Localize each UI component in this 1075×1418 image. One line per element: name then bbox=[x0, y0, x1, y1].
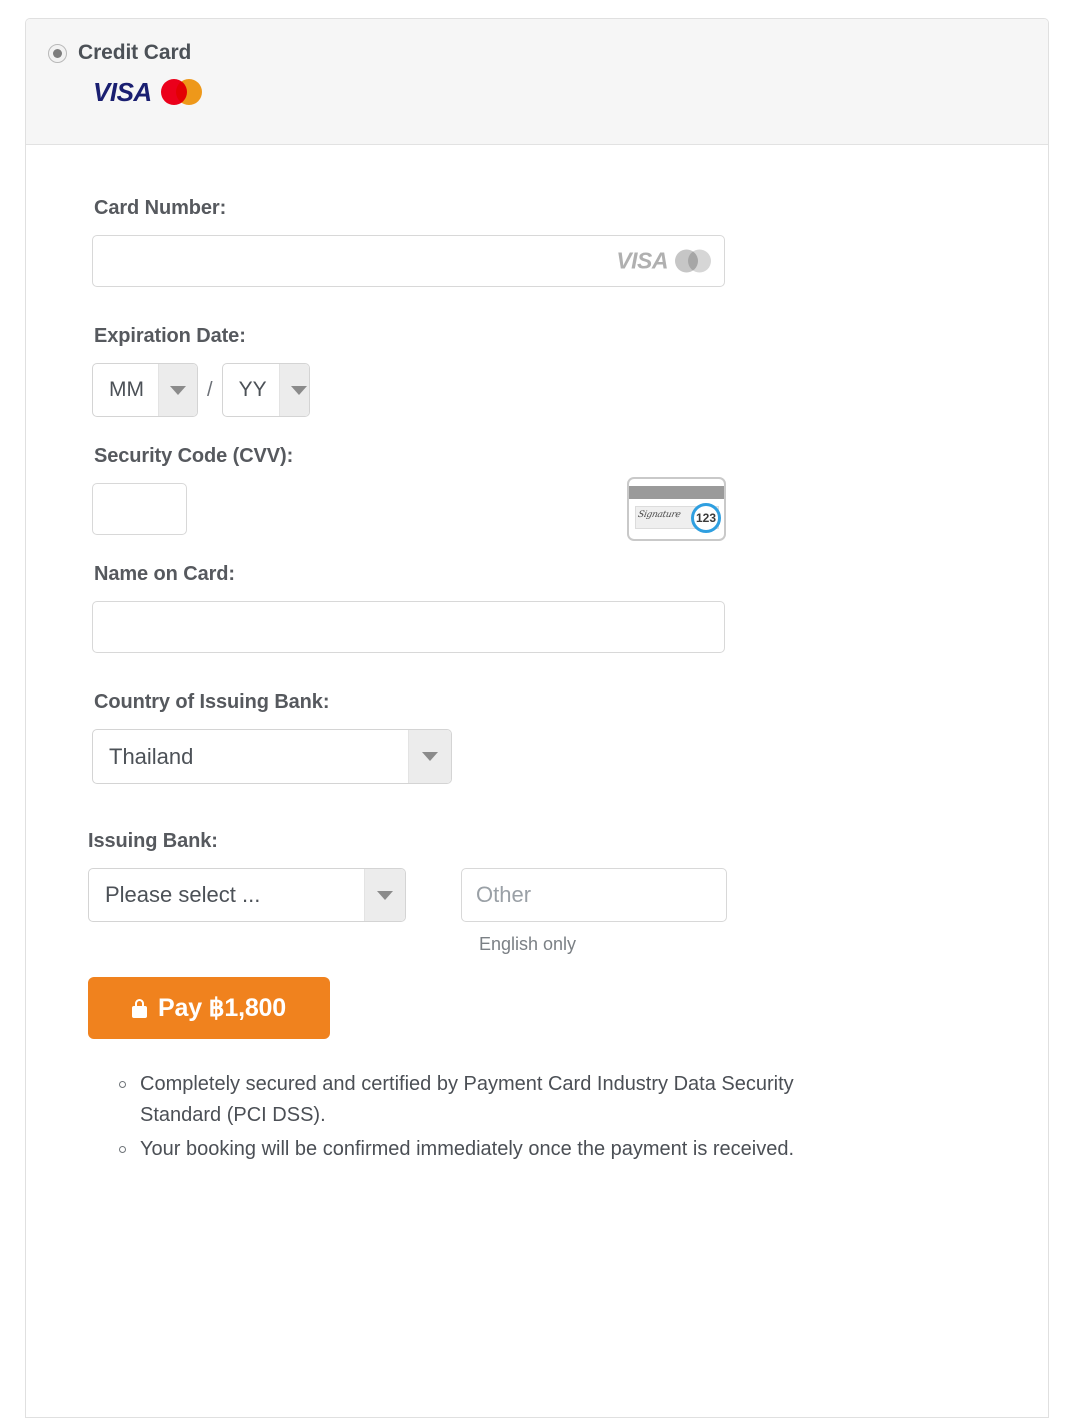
chevron-down-icon[interactable] bbox=[408, 730, 451, 783]
country-of-issuing-bank-group: Country of Issuing Bank: Thailand bbox=[92, 691, 1048, 784]
card-number-label: Card Number: bbox=[94, 197, 227, 219]
lock-icon bbox=[132, 998, 148, 1018]
expiration-year-value: YY bbox=[238, 378, 267, 401]
issuing-bank-select-value: Please select ... bbox=[105, 882, 261, 907]
visa-icon: VISA bbox=[93, 77, 152, 107]
expiration-separator: / bbox=[207, 378, 213, 401]
radio-selected-dot bbox=[53, 48, 62, 58]
card-number-group: Card Number: VISA bbox=[92, 197, 1048, 287]
issuing-bank-row: Please select ... English only bbox=[88, 868, 1048, 955]
magnetic-stripe bbox=[629, 486, 724, 499]
credit-card-radio[interactable] bbox=[48, 43, 67, 63]
issuing-bank-help-note: English only bbox=[479, 934, 577, 954]
list-item: Your booking will be confirmed immediate… bbox=[119, 1134, 800, 1165]
expiration-date-row: MM / YY bbox=[92, 363, 1048, 417]
security-code-group: Security Code (CVV): Signature 123 bbox=[92, 445, 1048, 541]
mastercard-icon bbox=[160, 79, 202, 105]
payment-method-header: Credit Card VISA bbox=[26, 19, 1048, 145]
security-code-label: Security Code (CVV): bbox=[94, 445, 294, 467]
chevron-down-icon[interactable] bbox=[158, 364, 197, 416]
country-select[interactable]: Thailand bbox=[92, 729, 452, 784]
accepted-card-brands: VISA bbox=[93, 79, 1048, 105]
issuing-bank-group: Issuing Bank: Please select ... English … bbox=[88, 830, 1048, 955]
name-on-card-label: Name on Card: bbox=[94, 563, 235, 585]
payment-form: Card Number: VISA Expiration Date: MM / … bbox=[26, 145, 1048, 1165]
issuing-bank-label: Issuing Bank: bbox=[88, 830, 218, 852]
security-code-row: Signature 123 bbox=[92, 477, 732, 541]
card-number-input[interactable] bbox=[92, 235, 725, 287]
issuing-bank-select[interactable]: Please select ... bbox=[88, 868, 406, 922]
pay-button-label: Pay ฿1,800 bbox=[158, 994, 286, 1022]
security-code-input[interactable] bbox=[92, 483, 187, 535]
expiration-month-select[interactable]: MM bbox=[92, 363, 198, 417]
credit-card-payment-panel: Credit Card VISA Card Number: VISA Expir… bbox=[25, 18, 1049, 1418]
expiration-month-value: MM bbox=[109, 378, 144, 401]
payment-page: Credit Card VISA Card Number: VISA Expir… bbox=[0, 0, 1075, 1418]
chevron-down-icon[interactable] bbox=[278, 364, 309, 416]
country-of-issuing-bank-label: Country of Issuing Bank: bbox=[94, 691, 330, 713]
payment-method-label: Credit Card bbox=[78, 41, 192, 64]
pay-button[interactable]: Pay ฿1,800 bbox=[88, 977, 330, 1039]
expiration-year-select[interactable]: YY bbox=[221, 363, 310, 417]
chevron-down-icon[interactable] bbox=[364, 869, 405, 921]
expiration-date-label: Expiration Date: bbox=[94, 325, 246, 347]
country-select-value: Thailand bbox=[109, 743, 194, 769]
signature-text: Signature bbox=[636, 510, 682, 520]
payment-notes-list: Completely secured and certified by Paym… bbox=[92, 1069, 800, 1165]
list-item: Completely secured and certified by Paym… bbox=[119, 1069, 800, 1131]
payment-method-option-credit-card[interactable]: Credit Card bbox=[48, 41, 1048, 65]
name-on-card-input[interactable] bbox=[92, 601, 725, 653]
name-on-card-group: Name on Card: bbox=[92, 563, 1048, 653]
expiration-date-group: Expiration Date: MM / YY bbox=[92, 325, 1048, 417]
cvv-digits-highlight: 123 bbox=[691, 503, 721, 533]
cvv-location-card-icon: Signature 123 bbox=[627, 477, 726, 541]
card-number-wrapper: VISA bbox=[92, 235, 725, 287]
issuing-bank-other-wrapper: English only bbox=[461, 868, 727, 955]
issuing-bank-other-input[interactable] bbox=[461, 868, 727, 922]
